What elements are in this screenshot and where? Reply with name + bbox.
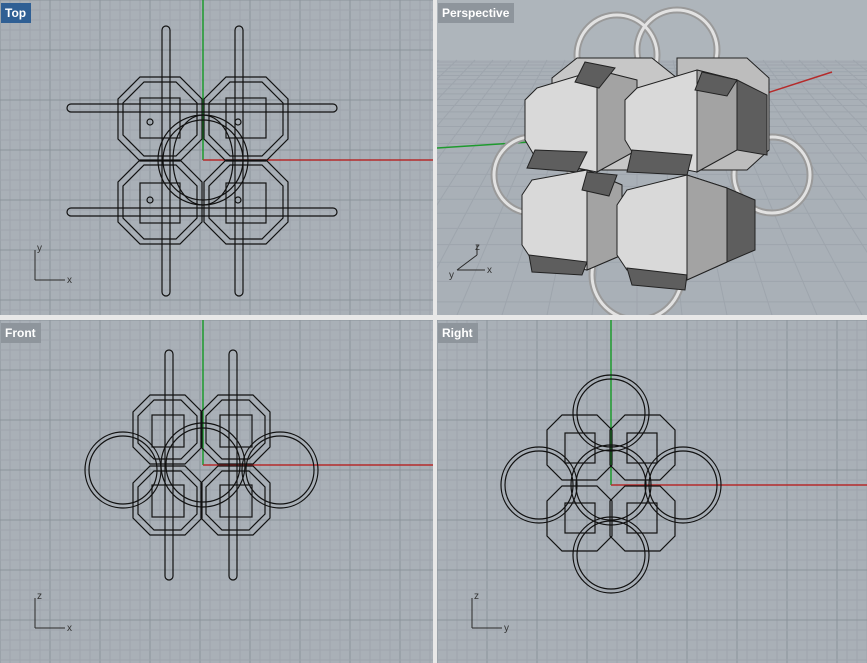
viewport-title-right[interactable]: Right [438, 323, 478, 343]
axis-y-label: y [504, 623, 509, 634]
viewport-title-front[interactable]: Front [1, 323, 41, 343]
top-view-canvas[interactable]: x y [0, 0, 433, 315]
axis-indicator [456, 245, 485, 271]
axis-z-label: z [474, 591, 479, 602]
viewport-front[interactable]: x z Front [0, 320, 433, 663]
viewport-splitter-horizontal[interactable] [0, 315, 867, 320]
axis-x-label: x [487, 265, 492, 276]
viewport-top[interactable]: x y Top [0, 0, 433, 315]
grid [0, 320, 433, 663]
perspective-view-canvas[interactable]: x y z [437, 0, 867, 315]
viewport-title-top[interactable]: Top [1, 3, 32, 23]
model-wireframe[interactable] [66, 25, 338, 297]
axis-y-label: y [37, 243, 42, 254]
axis-z-label: z [475, 242, 480, 253]
axis-z-label: z [37, 591, 42, 602]
viewport-splitter-vertical[interactable] [433, 0, 437, 663]
viewport-title-perspective[interactable]: Perspective [438, 3, 515, 23]
grid [0, 0, 433, 315]
axis-x-label: x [67, 275, 72, 286]
viewport-perspective[interactable]: x y z Perspective [437, 0, 867, 315]
right-view-canvas[interactable]: y z [437, 320, 867, 663]
axis-x-label: x [67, 623, 72, 634]
viewport-right[interactable]: y z Right [437, 320, 867, 663]
front-view-canvas[interactable]: x z [0, 320, 433, 663]
axis-y-label: y [449, 270, 454, 281]
